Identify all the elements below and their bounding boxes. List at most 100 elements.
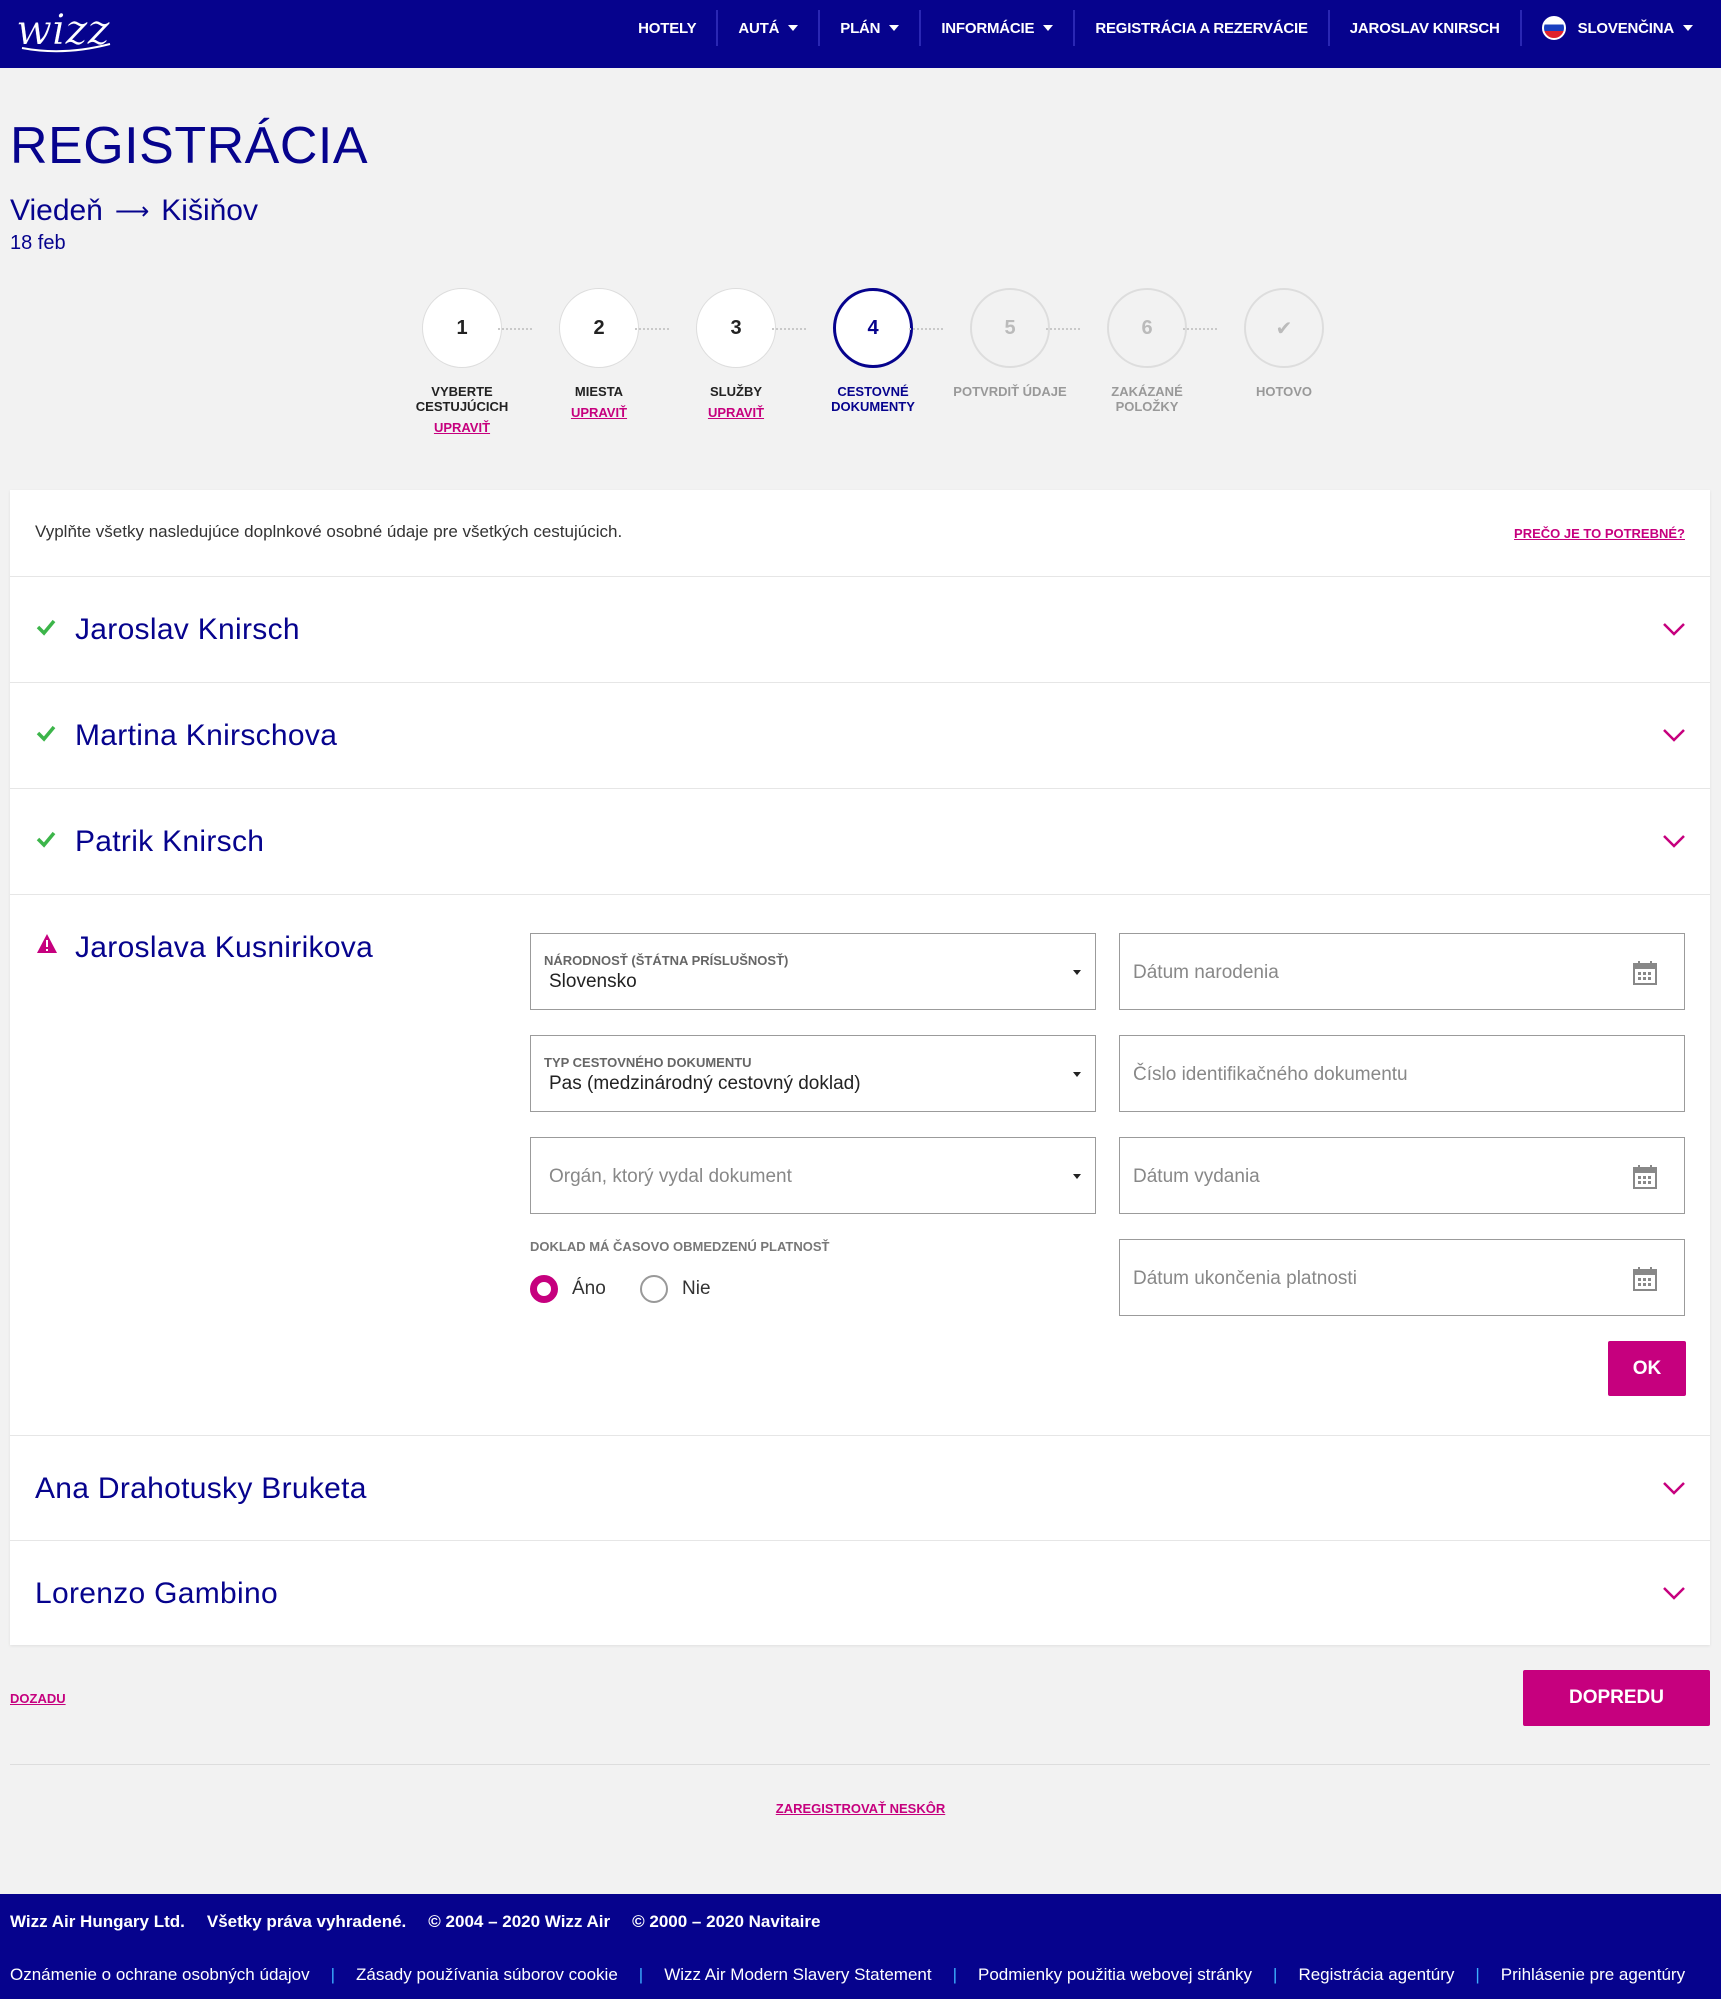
check-icon <box>36 619 56 636</box>
footer-link-privacy[interactable]: Oznámenie o ochrane osobných údajov <box>10 1965 310 1985</box>
check-icon <box>36 725 56 742</box>
calendar-icon[interactable] <box>1632 1164 1658 1190</box>
caret-down-icon <box>788 25 799 31</box>
radio-unselected-icon <box>640 1275 668 1303</box>
nav-cars[interactable]: AUTÁ <box>716 10 818 46</box>
step-5: 5 POTVRDIŤ ÚDAJE <box>940 288 1080 399</box>
nav-hotels-label: HOTELY <box>638 19 697 37</box>
checkin-later-link[interactable]: ZAREGISTROVAŤ NESKÔR <box>776 1801 946 1816</box>
nav-plan-label: PLÁN <box>840 19 881 37</box>
step-3-edit-link[interactable]: UPRAVIŤ <box>708 405 764 420</box>
footer-copyright: Wizz Air Hungary Ltd. Všetky práva vyhra… <box>0 1894 1721 1950</box>
nav-checkin[interactable]: REGISTRÁCIA A REZERVÁCIE <box>1073 10 1327 46</box>
passenger-name: Ana Drahotusky Bruketa <box>35 1472 367 1505</box>
document-type-select[interactable]: TYP CESTOVNÉHO DOKUMENTU Pas (medzinárod… <box>530 1035 1096 1112</box>
radio-yes-label: Áno <box>572 1278 606 1299</box>
wizz-logo[interactable]: wizz <box>14 4 118 56</box>
step-circle: 3 <box>696 288 776 368</box>
step-label: SLUŽBY <box>710 384 762 399</box>
field-placeholder: Číslo identifikačného dokumentu <box>1133 1064 1408 1085</box>
warning-icon <box>37 934 57 953</box>
nav-info[interactable]: INFORMÁCIE <box>919 10 1073 46</box>
limited-validity-label: DOKLAD MÁ ČASOVO OBMEDZENÚ PLATNOSŤ <box>530 1239 830 1254</box>
nav-hotels[interactable]: HOTELY <box>618 10 716 46</box>
passenger-row-expanded: Jaroslava Kusnirikova NÁRODNOSŤ (ŠTÁTNA … <box>10 894 1710 1435</box>
expiry-date-field[interactable]: Dátum ukončenia platnosti <box>1119 1239 1685 1316</box>
birth-date-field[interactable]: Dátum narodenia <box>1119 933 1685 1010</box>
step-1-edit-link[interactable]: UPRAVIŤ <box>434 420 490 435</box>
passenger-row[interactable]: Patrik Knirsch <box>10 788 1710 894</box>
nationality-select[interactable]: NÁRODNOSŤ (ŠTÁTNA PRÍSLUŠNOSŤ) Slovensko <box>530 933 1096 1010</box>
chevron-down-icon[interactable] <box>1662 727 1686 743</box>
route-origin: Viedeň <box>10 194 103 227</box>
field-placeholder: Orgán, ktorý vydal dokument <box>549 1166 792 1187</box>
footer-link-agency-registration[interactable]: Registrácia agentúry <box>1298 1965 1454 1985</box>
chevron-down-icon[interactable] <box>1662 1585 1686 1601</box>
field-placeholder: Dátum ukončenia platnosti <box>1133 1268 1357 1289</box>
field-value: Pas (medzinárodný cestovný doklad) <box>549 1073 861 1094</box>
intro-text: Vyplňte všetky nasledujúce doplnkové oso… <box>35 522 623 541</box>
radio-no[interactable]: Nie <box>640 1275 711 1303</box>
flight-route: Viedeň ⟶ Kišiňov <box>10 194 258 228</box>
passenger-row[interactable]: Martina Knirschova <box>10 682 1710 788</box>
passenger-name: Jaroslav Knirsch <box>75 613 300 646</box>
nav-plan[interactable]: PLÁN <box>818 10 919 46</box>
passenger-name: Patrik Knirsch <box>75 825 265 858</box>
step-label: VYBERTE CESTUJÚCICH <box>415 384 509 414</box>
step-connector <box>1046 328 1080 330</box>
nav-language[interactable]: SLOVENČINA <box>1519 10 1713 46</box>
step-4: 4 CESTOVNÉ DOKUMENTY <box>803 288 943 414</box>
footer-separator: | <box>330 1964 336 1984</box>
caret-down-icon <box>1073 1072 1081 1077</box>
caret-down-icon <box>1073 1174 1081 1179</box>
step-done: ✔ HOTOVO <box>1214 288 1354 399</box>
passenger-row[interactable]: Ana Drahotusky Bruketa <box>10 1435 1710 1540</box>
radio-yes[interactable]: Áno <box>530 1275 606 1303</box>
footer-link-agency-login[interactable]: Prihlásenie pre agentúry <box>1501 1965 1685 1985</box>
step-connector <box>909 328 943 330</box>
footer-separator: | <box>638 1964 644 1984</box>
document-number-field[interactable]: Číslo identifikačného dokumentu <box>1119 1035 1685 1112</box>
footer-link-slavery[interactable]: Wizz Air Modern Slavery Statement <box>664 1965 931 1985</box>
step-2: 2 MIESTA UPRAVIŤ <box>529 288 669 422</box>
caret-down-icon <box>1043 25 1054 31</box>
checkmark-icon: ✔ <box>1244 288 1324 368</box>
field-placeholder: Dátum vydania <box>1133 1166 1260 1187</box>
chevron-down-icon[interactable] <box>1662 833 1686 849</box>
next-button[interactable]: DOPREDU <box>1523 1670 1710 1726</box>
nav-user-label: JAROSLAV KNIRSCH <box>1349 19 1500 37</box>
back-link[interactable]: DOZADU <box>10 1691 66 1706</box>
calendar-icon[interactable] <box>1632 960 1658 986</box>
flight-date: 18 feb <box>10 232 66 254</box>
check-icon <box>36 831 56 848</box>
radio-selected-icon <box>530 1275 558 1303</box>
passenger-name: Jaroslava Kusnirikova <box>75 931 374 964</box>
footer-links: Oznámenie o ochrane osobných údajov | Zá… <box>0 1950 1721 1999</box>
field-label: NÁRODNOSŤ (ŠTÁTNA PRÍSLUŠNOSŤ) <box>544 953 789 968</box>
nav-language-label: SLOVENČINA <box>1577 19 1675 37</box>
why-needed-link[interactable]: PREČO JE TO POTREBNÉ? <box>1514 526 1685 541</box>
chevron-down-icon[interactable] <box>1662 621 1686 637</box>
nav-user[interactable]: JAROSLAV KNIRSCH <box>1327 10 1520 46</box>
footer-copyright-navitaire: © 2000 – 2020 Navitaire <box>632 1912 821 1931</box>
step-circle: 4 <box>833 288 913 368</box>
passenger-row[interactable]: Jaroslav Knirsch <box>10 576 1710 682</box>
step-2-edit-link[interactable]: UPRAVIŤ <box>571 405 627 420</box>
issuing-authority-select[interactable]: Orgán, ktorý vydal dokument <box>530 1137 1096 1214</box>
route-destination: Kišiňov <box>161 194 258 227</box>
caret-down-icon <box>1683 25 1693 31</box>
footer-link-cookies[interactable]: Zásady používania súborov cookie <box>356 1965 618 1985</box>
calendar-icon[interactable] <box>1632 1266 1658 1292</box>
step-label: MIESTA <box>574 384 624 399</box>
chevron-down-icon[interactable] <box>1662 1480 1686 1496</box>
footer-separator: | <box>1273 1964 1278 1984</box>
step-label: ZAKÁZANÉ POLOŽKY <box>1111 384 1183 414</box>
passenger-documents-card: Vyplňte všetky nasledujúce doplnkové oso… <box>10 490 1710 1645</box>
footer-link-terms[interactable]: Podmienky použitia webovej stránky <box>978 1965 1252 1985</box>
footer-separator: | <box>1475 1964 1480 1984</box>
passenger-row[interactable]: Lorenzo Gambino <box>10 1540 1710 1645</box>
issue-date-field[interactable]: Dátum vydania <box>1119 1137 1685 1214</box>
caret-down-icon <box>889 25 900 31</box>
ok-button[interactable]: OK <box>1608 1341 1686 1396</box>
step-connector <box>635 328 669 330</box>
